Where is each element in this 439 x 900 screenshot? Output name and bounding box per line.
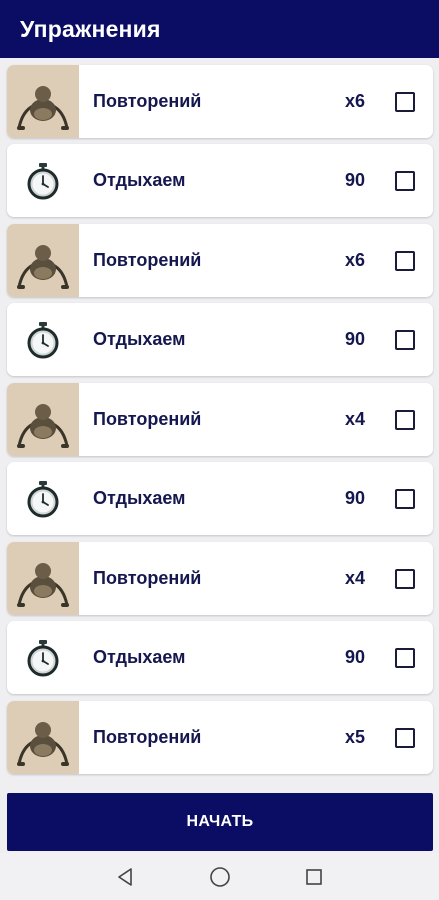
- pushup-image: [7, 383, 79, 456]
- row-label: Повторений: [93, 568, 202, 588]
- list-item-rest[interactable]: Отдыхаем 90: [7, 303, 433, 376]
- list-item-exercise[interactable]: Повторений x5: [7, 701, 433, 774]
- row-checkbox[interactable]: [395, 409, 415, 430]
- row-label: Отдыхаем: [93, 170, 186, 190]
- row-checkbox[interactable]: [395, 568, 415, 589]
- row-value: 90: [344, 329, 365, 349]
- row-label: Отдыхаем: [93, 329, 186, 349]
- stopwatch-icon: [7, 303, 79, 376]
- row-checkbox[interactable]: [395, 647, 415, 668]
- list-item-exercise[interactable]: Повторений x4: [7, 542, 433, 615]
- pushup-image: [7, 65, 79, 138]
- home-icon[interactable]: [173, 853, 267, 900]
- row-label: Повторений: [93, 91, 202, 111]
- page-title: Упражнения: [20, 15, 161, 42]
- stopwatch-icon: [7, 462, 79, 535]
- row-value: x6: [344, 91, 365, 111]
- system-nav-bar: [0, 853, 439, 900]
- row-value: x5: [344, 727, 365, 747]
- pushup-image: [7, 701, 79, 774]
- recents-icon[interactable]: [267, 853, 361, 900]
- row-value: 90: [344, 488, 365, 508]
- list-item-exercise[interactable]: Повторений x6: [7, 224, 433, 297]
- list-item-exercise[interactable]: Повторений x6: [7, 65, 433, 138]
- row-checkbox[interactable]: [395, 91, 415, 112]
- list-item-rest[interactable]: Отдыхаем 90: [7, 621, 433, 694]
- list-item-exercise[interactable]: Повторений x4: [7, 383, 433, 456]
- row-checkbox[interactable]: [395, 170, 415, 191]
- row-label: Отдыхаем: [93, 647, 186, 667]
- back-icon[interactable]: [79, 853, 173, 900]
- row-label: Отдыхаем: [93, 488, 186, 508]
- list-item-rest[interactable]: Отдыхаем 90: [7, 462, 433, 535]
- row-value: x4: [344, 409, 365, 429]
- start-button[interactable]: НАЧАТЬ: [7, 793, 433, 851]
- row-label: Повторений: [93, 727, 202, 747]
- row-checkbox[interactable]: [395, 250, 415, 271]
- app-bar: Упражнения: [0, 0, 439, 58]
- row-checkbox[interactable]: [395, 329, 415, 350]
- row-value: 90: [344, 170, 365, 190]
- pushup-image: [7, 542, 79, 615]
- pushup-image: [7, 224, 79, 297]
- row-checkbox[interactable]: [395, 488, 415, 509]
- stopwatch-icon: [7, 621, 79, 694]
- row-value: x6: [344, 250, 365, 270]
- stopwatch-icon: [7, 144, 79, 217]
- row-value: 90: [344, 647, 365, 667]
- row-checkbox[interactable]: [395, 727, 415, 748]
- list-item-rest[interactable]: Отдыхаем 90: [7, 144, 433, 217]
- row-label: Повторений: [93, 409, 202, 429]
- row-label: Повторений: [93, 250, 202, 270]
- row-value: x4: [344, 568, 365, 588]
